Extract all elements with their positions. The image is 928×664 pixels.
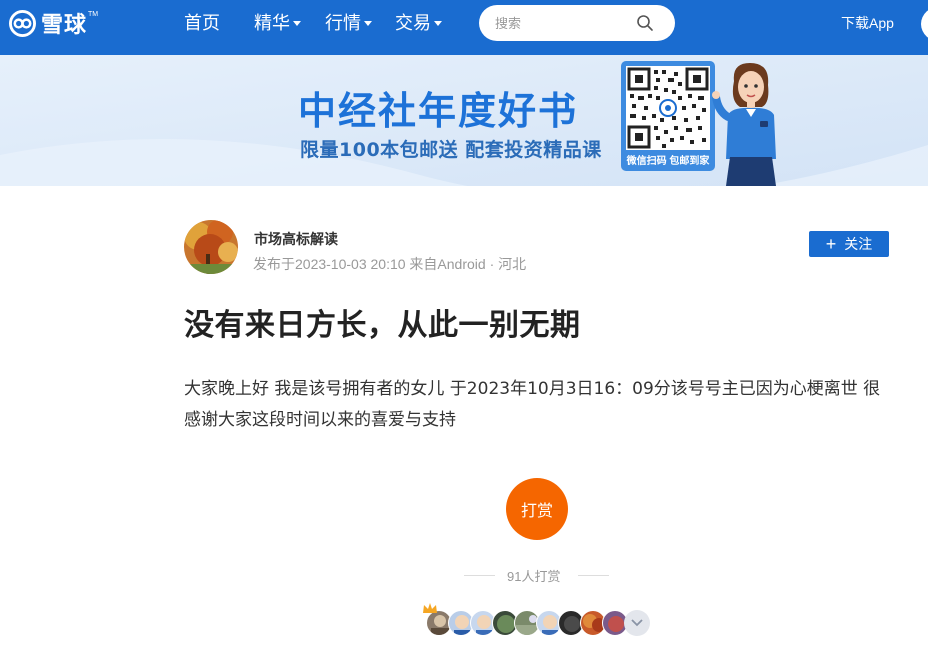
follow-label: 关注	[844, 236, 873, 252]
follow-button[interactable]: + 关注	[809, 231, 889, 257]
qr-code	[626, 66, 710, 150]
banner-subtitle: 限量100本包邮送 配套投资精品课	[300, 139, 602, 161]
user-avatar[interactable]	[921, 6, 928, 42]
chevron-down-icon	[631, 619, 643, 627]
nav-item-label: 精华	[254, 13, 290, 33]
logo-text: 雪球	[41, 13, 88, 38]
crown-icon	[423, 603, 437, 613]
divider	[464, 575, 495, 576]
search-box	[479, 5, 675, 41]
author-avatar-image	[184, 220, 238, 274]
search-icon[interactable]	[636, 14, 654, 32]
mascot-illustration	[712, 63, 776, 186]
chevron-down-icon	[434, 20, 442, 26]
top-nav: 雪球 TM 首页 精华 行情 交易 下载App	[0, 0, 928, 55]
qr-code-icon	[627, 67, 709, 149]
qr-caption: 微信扫码 包邮到家	[626, 156, 710, 167]
banner-title: 中经社年度好书	[298, 89, 579, 133]
nav-item-trade[interactable]: 交易	[395, 11, 442, 33]
promo-banner[interactable]: 中经社年度好书 限量100本包邮送 配套投资精品课 微信扫码 包邮到家	[0, 55, 928, 186]
logo-icon	[9, 9, 36, 37]
search-input[interactable]	[495, 13, 635, 33]
nav-item-home[interactable]: 首页	[184, 11, 220, 33]
divider	[578, 575, 609, 576]
plus-icon: +	[825, 234, 837, 254]
nav-item-label: 行情	[325, 13, 361, 33]
article-title: 没有来日方长，从此一别无期	[184, 308, 581, 343]
logo-trademark: TM	[88, 10, 99, 18]
chevron-down-icon	[293, 20, 301, 26]
chevron-down-icon	[364, 20, 372, 26]
qr-code-card: 微信扫码 包邮到家	[621, 61, 715, 171]
reward-button[interactable]: 打赏	[506, 478, 568, 540]
post-meta: 发布于2023-10-03 20:10 来自Android · 河北	[253, 256, 527, 272]
nav-item-label: 首页	[184, 13, 220, 33]
article-body: 大家晚上好 我是该号拥有者的女儿 于2023年10月3日16：09分该号号主已因…	[184, 379, 881, 430]
author-name[interactable]: 市场高标解读	[254, 229, 338, 249]
author-avatar[interactable]	[184, 220, 238, 274]
nav-item-market[interactable]: 行情	[325, 11, 372, 33]
reward-count: 91人打赏	[507, 569, 561, 584]
xueqiu-logo[interactable]: 雪球 TM	[9, 9, 99, 38]
more-rewarders-button[interactable]	[624, 610, 650, 636]
nav-item-label: 交易	[395, 13, 431, 33]
nav-item-featured[interactable]: 精华	[254, 11, 301, 33]
reward-label: 打赏	[520, 503, 553, 520]
download-app-link[interactable]: 下载App	[841, 13, 894, 33]
